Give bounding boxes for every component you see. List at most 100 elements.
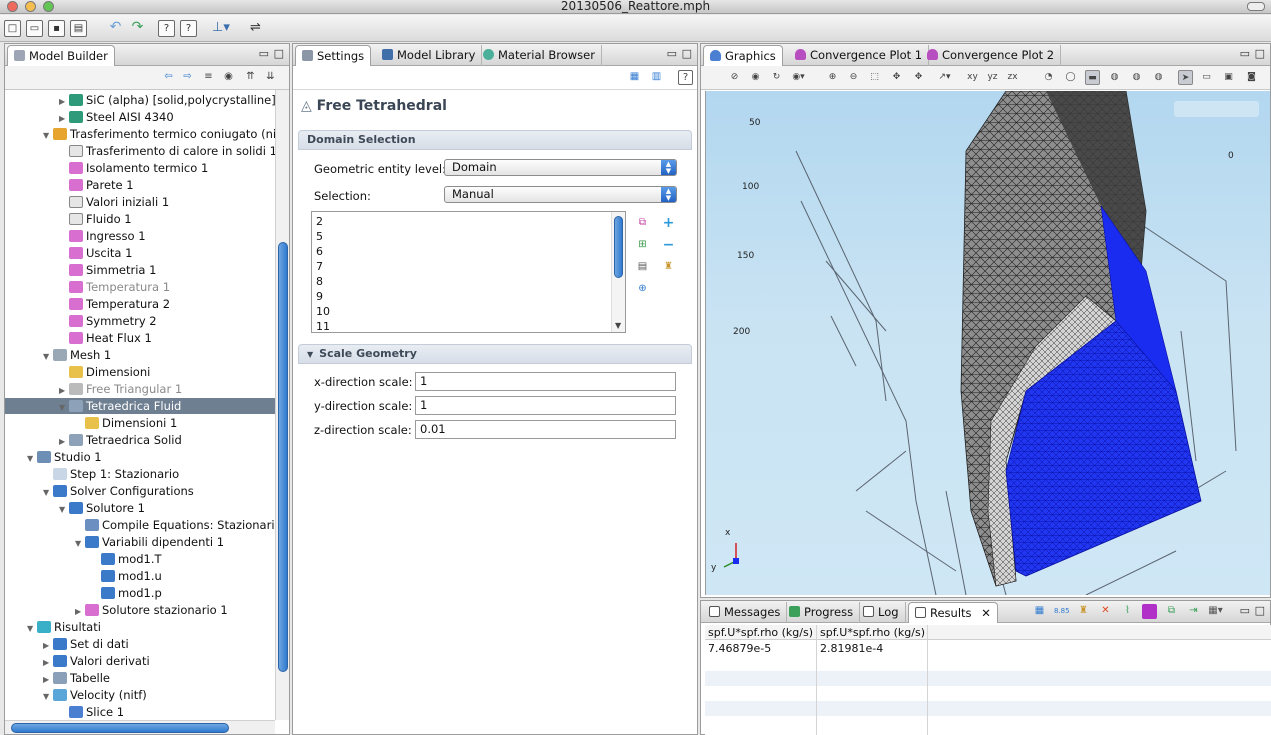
- chevron-down-icon[interactable]: ▼: [43, 484, 53, 501]
- list-item[interactable]: 8: [316, 274, 323, 289]
- zoom-box-icon[interactable]: ⬚: [867, 70, 882, 85]
- print-icon[interactable]: ▤: [70, 20, 87, 37]
- chevron-right-icon[interactable]: ▶: [43, 637, 53, 654]
- tree-node[interactable]: ▶ Tetraedrica Solid: [59, 432, 182, 449]
- grid-menu-icon[interactable]: ▦▾: [1208, 604, 1223, 619]
- tab-settings[interactable]: Settings: [295, 45, 372, 66]
- scale-geometry-header[interactable]: ▼ Scale Geometry: [298, 344, 692, 364]
- table-icon[interactable]: ▦: [1032, 604, 1047, 619]
- forward-arrow-icon[interactable]: ⇨: [180, 70, 195, 85]
- selection-list[interactable]: 2 5 6 7 8 9 10 11 ▼: [311, 211, 626, 333]
- list-item[interactable]: 9: [316, 289, 323, 304]
- build-selected-icon[interactable]: ▦: [627, 70, 642, 85]
- minimize-icon[interactable]: ▭: [259, 47, 269, 60]
- tree-node[interactable]: ▼ Velocity (nitf): [43, 687, 147, 704]
- window-icon[interactable]: ▣: [1221, 70, 1236, 85]
- toolbar-toggle-icon[interactable]: [1247, 2, 1265, 11]
- list-item[interactable]: 10: [316, 304, 330, 319]
- back-arrow-icon[interactable]: ⇦: [161, 70, 176, 85]
- tree-node[interactable]: Temperatura 1: [59, 279, 170, 296]
- chevron-right-icon[interactable]: ▶: [59, 110, 69, 127]
- selection-select[interactable]: Manual ▲ ▼: [444, 186, 677, 203]
- tree-horizontal-scrollbar[interactable]: [5, 720, 275, 734]
- tree-node[interactable]: Isolamento termico 1: [59, 160, 208, 177]
- minimize-window-icon[interactable]: [25, 1, 36, 12]
- tree-node[interactable]: ▼ Solutore 1: [59, 500, 145, 517]
- minimize-icon[interactable]: ▭: [1240, 47, 1250, 60]
- zoom-window-icon[interactable]: [43, 1, 54, 12]
- deselect-icon[interactable]: ◍: [1151, 70, 1166, 85]
- tree-node[interactable]: ▶ Valori derivati: [43, 653, 150, 670]
- tree-node[interactable]: Simmetria 1: [59, 262, 156, 279]
- select-icon[interactable]: ◍: [1129, 70, 1144, 85]
- plot-icon[interactable]: ⌇: [1120, 604, 1135, 619]
- chevron-down-icon[interactable]: ▼: [59, 399, 69, 416]
- maximize-icon[interactable]: □: [682, 47, 692, 60]
- copy-icon[interactable]: ⧉: [1164, 604, 1179, 619]
- clear-icon[interactable]: ⊥▾: [212, 20, 230, 37]
- render-icon[interactable]: ▬: [1085, 70, 1100, 85]
- list-item[interactable]: 5: [316, 229, 323, 244]
- save-icon[interactable]: ▪: [48, 20, 65, 37]
- zoom-in-icon[interactable]: ⊕: [825, 70, 840, 85]
- yz-view-icon[interactable]: yz: [985, 70, 1000, 85]
- domain-selection-header[interactable]: Domain Selection: [298, 130, 692, 150]
- help-arrow-icon[interactable]: ?: [180, 20, 197, 37]
- clear-selection-icon[interactable]: ♜: [661, 260, 676, 275]
- view-icon[interactable]: ◉▾: [791, 70, 806, 85]
- precision-icon[interactable]: 8.85: [1054, 604, 1070, 619]
- open-icon[interactable]: ▭: [26, 20, 43, 37]
- chevron-down-icon[interactable]: ▼: [27, 620, 37, 637]
- maximize-icon[interactable]: □: [1255, 47, 1265, 60]
- tree-node[interactable]: Fluido 1: [59, 211, 132, 228]
- zoom-fit-icon[interactable]: ✥: [911, 70, 926, 85]
- tree-node[interactable]: ▼ Risultati: [27, 619, 101, 636]
- tab-model-library[interactable]: Model Library: [376, 45, 483, 66]
- tree-node[interactable]: Step 1: Stazionario: [43, 466, 179, 483]
- pointer-icon[interactable]: ➤: [1178, 70, 1193, 85]
- delete-icon[interactable]: ✕: [1098, 604, 1113, 619]
- graphics-canvas[interactable]: 50 100 150 200 0 x y: [705, 91, 1270, 595]
- list-item[interactable]: 7: [316, 259, 323, 274]
- tab-log[interactable]: Log: [857, 602, 906, 623]
- tree-scroll-thumb[interactable]: [278, 242, 288, 672]
- z-scale-field[interactable]: 0.01: [415, 420, 676, 439]
- list-item[interactable]: 6: [316, 244, 323, 259]
- tree-node[interactable]: Symmetry 2: [59, 313, 157, 330]
- expand-all-icon[interactable]: ⇊: [263, 70, 278, 85]
- undo-icon[interactable]: ↶: [107, 20, 124, 37]
- export-icon[interactable]: ⇥: [1186, 604, 1201, 619]
- show-icon[interactable]: ≡: [201, 70, 216, 85]
- column-header[interactable]: spf.U*spf.rho (kg/s): [817, 625, 928, 640]
- hide-icon[interactable]: ⊘: [727, 70, 742, 85]
- tree-node[interactable]: Ingresso 1: [59, 228, 146, 245]
- new-icon[interactable]: □: [4, 20, 21, 37]
- x-scale-field[interactable]: 1: [415, 372, 676, 391]
- chevron-down-icon[interactable]: ▼: [59, 501, 69, 518]
- tree-node[interactable]: mod1.u: [91, 568, 162, 585]
- zoom-extents-icon[interactable]: ✥: [889, 70, 904, 85]
- build-all-icon[interactable]: ▥: [649, 70, 664, 85]
- tree-node[interactable]: Slice 1: [59, 704, 124, 720]
- chevron-right-icon[interactable]: ▶: [75, 603, 85, 620]
- tree-node[interactable]: ▼ Variabili dipendenti 1: [75, 534, 224, 551]
- add-to-selection-icon[interactable]: ⧉: [635, 216, 650, 231]
- chevron-down-icon[interactable]: ▼: [43, 127, 53, 144]
- tree-node[interactable]: Compile Equations: Stazionario: [75, 517, 275, 534]
- tab-progress[interactable]: Progress: [783, 602, 861, 623]
- tree-node[interactable]: Uscita 1: [59, 245, 132, 262]
- list-scroll-thumb[interactable]: [614, 216, 623, 278]
- list-item[interactable]: 11: [316, 319, 330, 334]
- mesh-render-icon[interactable]: ◍: [1107, 70, 1122, 85]
- plus-icon[interactable]: +: [661, 216, 676, 231]
- tree-hscroll-thumb[interactable]: [11, 723, 229, 733]
- help-icon[interactable]: ?: [678, 70, 693, 85]
- chevron-down-icon[interactable]: ▼: [43, 688, 53, 705]
- tree-node[interactable]: mod1.T: [91, 551, 162, 568]
- box-icon[interactable]: ▭: [1199, 70, 1214, 85]
- tree-node[interactable]: ▶ Free Triangular 1: [59, 381, 182, 398]
- chevron-right-icon[interactable]: ▶: [59, 382, 69, 399]
- chevron-right-icon[interactable]: ▶: [43, 671, 53, 688]
- tree-node[interactable]: Dimensioni: [59, 364, 150, 381]
- tab-results[interactable]: Results ✕: [908, 602, 998, 623]
